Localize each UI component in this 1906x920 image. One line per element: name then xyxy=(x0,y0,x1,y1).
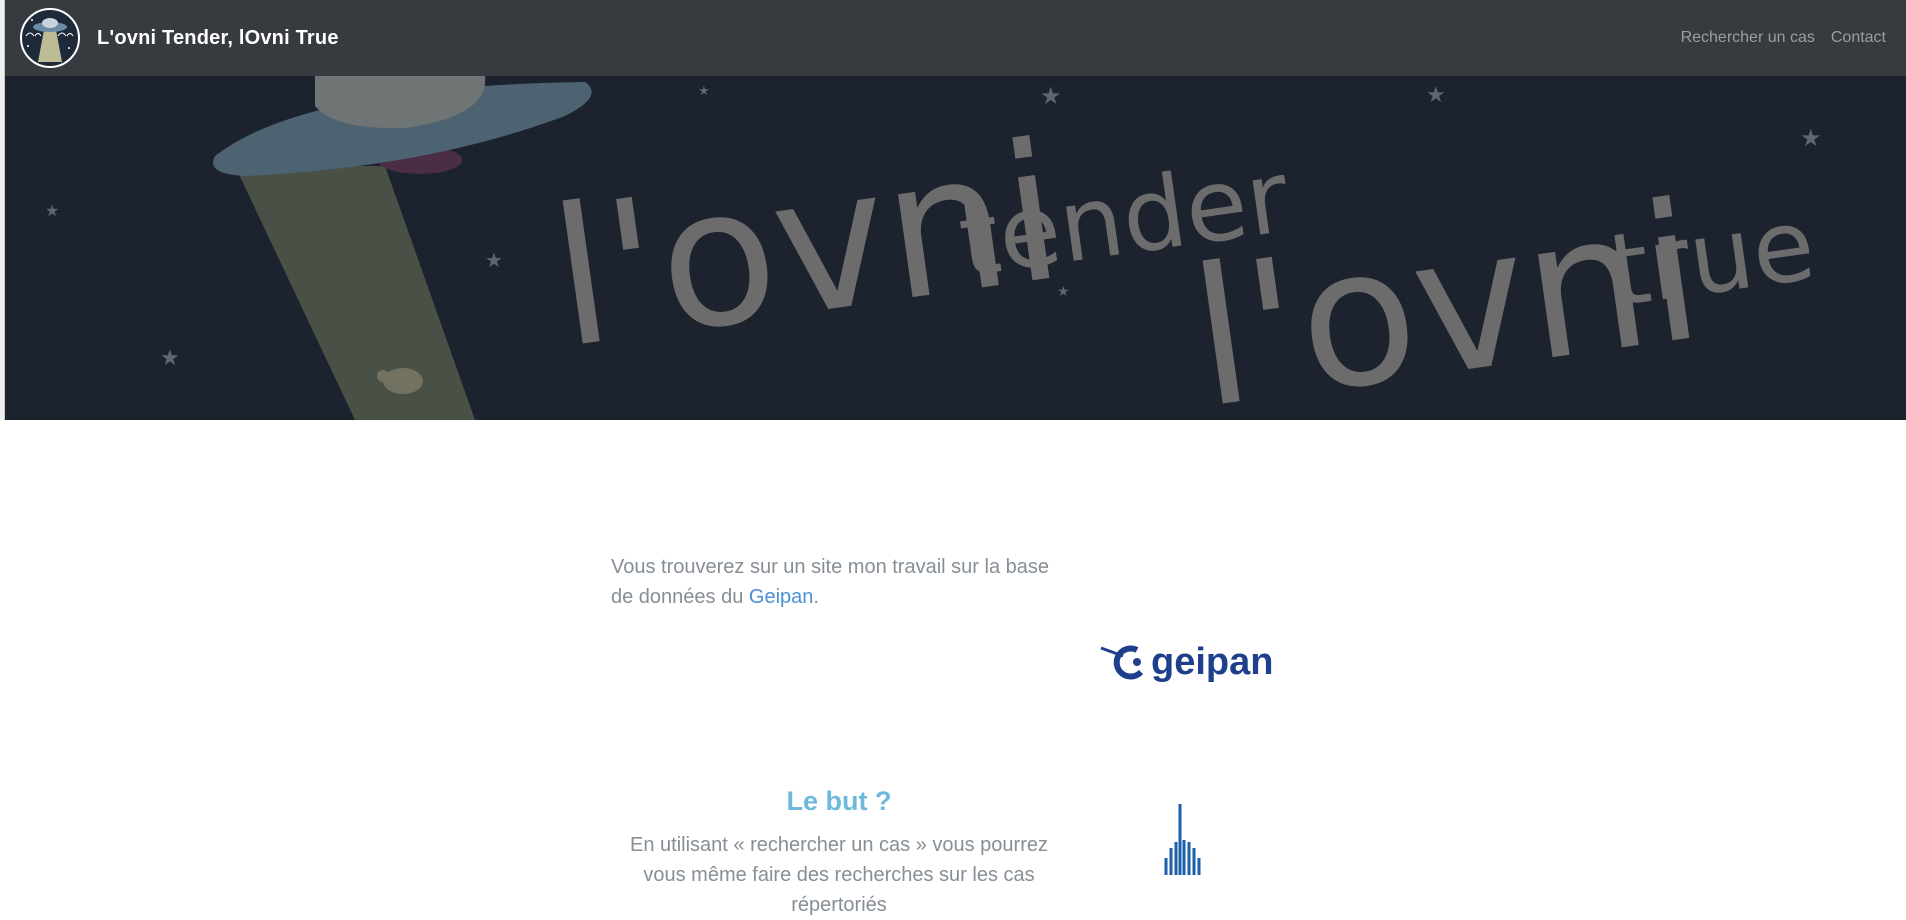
beam xyxy=(235,166,475,420)
svg-text:★: ★ xyxy=(45,201,59,220)
svg-text:★: ★ xyxy=(698,84,710,99)
nav-links: Rechercher un cas Contact xyxy=(1681,29,1886,47)
site-title[interactable]: L'ovni Tender, lOvni True xyxy=(97,27,339,50)
ufo-icon xyxy=(213,76,592,176)
svg-text:★: ★ xyxy=(1800,124,1822,152)
svg-text:★: ★ xyxy=(1426,83,1446,108)
hero-text: l'ovni tender l'ovni true xyxy=(541,101,1822,420)
svg-text:★: ★ xyxy=(1040,82,1062,110)
nav-link-contact[interactable]: Contact xyxy=(1831,29,1886,47)
intro-text: Vous trouverez sur un site mon travail s… xyxy=(611,556,1049,608)
svg-text:★: ★ xyxy=(160,346,180,371)
goal-heading: Le but ? xyxy=(786,786,892,816)
navbar: L'ovni Tender, lOvni True Rechercher un … xyxy=(5,0,1906,76)
intro-text-end: . xyxy=(813,586,819,608)
geipan-link[interactable]: Geipan xyxy=(749,586,814,608)
nav-link-search[interactable]: Rechercher un cas xyxy=(1681,29,1815,47)
svg-text:★: ★ xyxy=(485,248,503,272)
main-content: Vous trouverez sur un site mon travail s… xyxy=(0,420,1906,916)
cnes-logo-icon xyxy=(1164,804,1201,875)
hero-banner: ★ ★ ★ ★ ★ ★ ★ ★ l'ovni tender l'ovni tru… xyxy=(5,76,1906,420)
intro-paragraph: Vous trouverez sur un site mon travail s… xyxy=(611,552,1071,612)
goal-paragraph: En utilisant « rechercher un cas » vous … xyxy=(630,834,1048,916)
site-logo-icon[interactable] xyxy=(20,8,80,68)
hero-illustration: ★ ★ ★ ★ ★ ★ ★ ★ l'ovni tender l'ovni tru… xyxy=(45,76,1822,420)
geipan-logo: geipan xyxy=(1100,641,1273,683)
geipan-logo-text: geipan xyxy=(1151,641,1273,683)
